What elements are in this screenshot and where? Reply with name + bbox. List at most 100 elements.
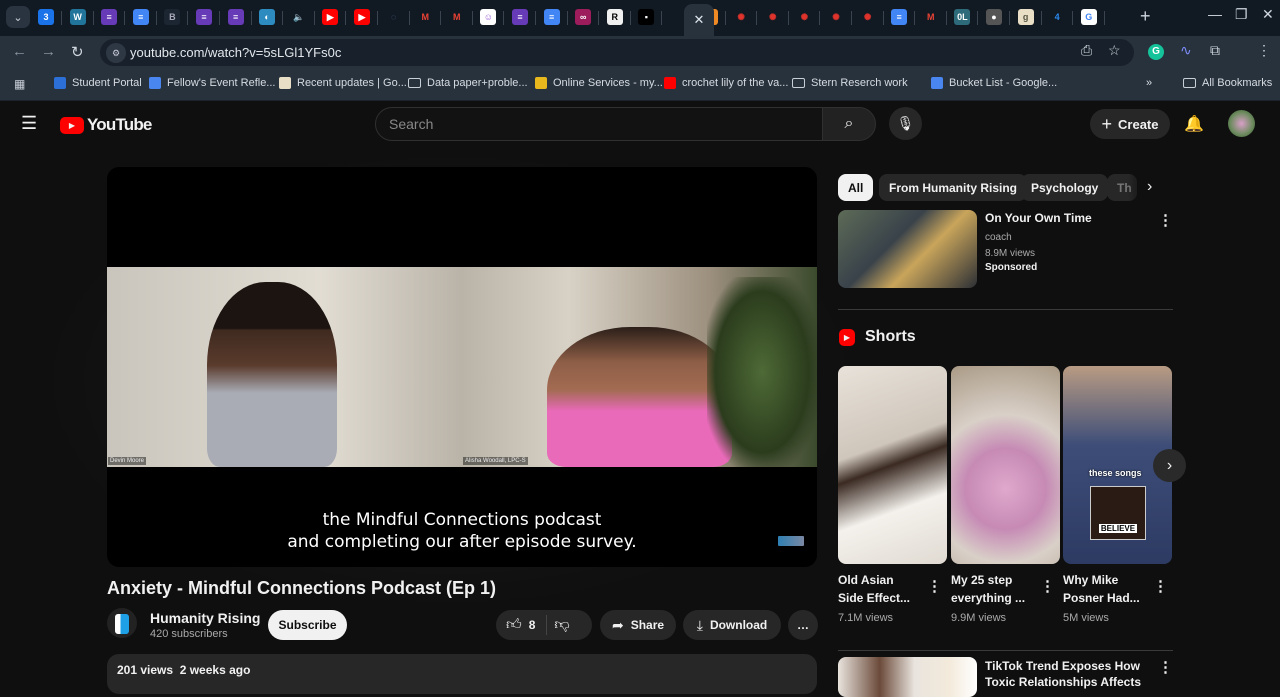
red-dots-tab-icon[interactable]: ✺	[796, 9, 813, 25]
next-video-more-icon[interactable]: ⋮	[1158, 658, 1173, 676]
channel-name[interactable]: Humanity Rising	[150, 610, 260, 626]
restore-icon[interactable]: ❐	[1235, 6, 1248, 23]
close-window-icon[interactable]: ✕	[1262, 6, 1274, 23]
notifications-bell-icon[interactable]: 🔔	[1184, 114, 1204, 134]
account-avatar[interactable]	[1228, 110, 1255, 137]
menu-icon[interactable]: ☰	[21, 113, 37, 134]
short-title-3[interactable]: Why Mike Posner Had...	[1063, 571, 1153, 607]
bookmark-item[interactable]: Online Services - my...	[535, 77, 663, 89]
chip-psychology[interactable]: Psychology	[1021, 174, 1109, 201]
short-title-2[interactable]: My 25 step everything ...	[951, 571, 1041, 607]
short-more-icon[interactable]: ⋮	[927, 577, 942, 595]
next-video-thumbnail[interactable]	[838, 657, 977, 697]
gmail-tab-icon[interactable]: M	[922, 9, 939, 25]
calendar-tab-icon[interactable]: 3	[38, 9, 54, 25]
bookmark-item[interactable]: Student Portal	[54, 77, 142, 89]
dislike-button[interactable]: 👎︎	[554, 616, 569, 634]
description-box[interactable]: 201 views 2 weeks ago	[107, 654, 817, 694]
url-text[interactable]: youtube.com/watch?v=5sLGl1YFs0c	[130, 45, 341, 60]
chevron-right-icon[interactable]: ›	[1147, 178, 1152, 196]
short-more-icon[interactable]: ⋮	[1040, 577, 1055, 595]
install-app-icon[interactable]: ⎙	[1081, 42, 1092, 59]
more-bookmarks-button[interactable]: »	[1146, 77, 1152, 89]
minimize-icon[interactable]: —	[1208, 6, 1222, 22]
bookmark-item[interactable]: Fellow's Event Refle...	[149, 77, 275, 89]
bookmark-item[interactable]: Data paper+proble...	[408, 77, 528, 89]
red-dots-tab-icon[interactable]: ✺	[828, 9, 844, 25]
forms-tab-icon[interactable]: ≡	[227, 9, 244, 25]
link-tab-icon[interactable]: ∞	[575, 9, 592, 25]
voice-search-button[interactable]: 🎙	[889, 107, 922, 140]
share-button[interactable]: ➦ Share	[600, 610, 676, 640]
goodreads-tab-icon[interactable]: g	[1017, 9, 1034, 25]
grammarly-icon[interactable]: G	[1148, 44, 1164, 60]
more-actions-button[interactable]: …	[788, 610, 818, 640]
forms-tab-icon[interactable]: ≡	[101, 9, 118, 25]
four-tab-icon[interactable]: 4	[1049, 9, 1066, 25]
gmail-tab-icon[interactable]: M	[417, 9, 434, 25]
bookmark-item[interactable]: Bucket List - Google...	[931, 77, 1057, 89]
loading-tab-icon[interactable]: ◌	[385, 9, 402, 25]
gmail-tab-icon[interactable]: M	[448, 9, 465, 25]
youtube-logo[interactable]: ▶ YouTube	[60, 115, 152, 135]
short-overlay-text: these songs	[1089, 468, 1142, 478]
red-dots-tab-icon[interactable]: ✺	[859, 9, 876, 25]
ol-tab-icon[interactable]: 0L	[954, 9, 971, 25]
discord-like-tab-icon[interactable]: ☺	[480, 9, 497, 25]
course-tab-icon[interactable]: ◐	[259, 9, 276, 25]
like-button[interactable]: 👍︎	[506, 616, 522, 634]
docs-tab-icon[interactable]: ≡	[891, 9, 908, 25]
next-video-title[interactable]: TikTok Trend Exposes How Toxic Relations…	[985, 658, 1145, 690]
subscribe-button[interactable]: Subscribe	[268, 610, 347, 640]
bookmark-item[interactable]: crochet lily of the va...	[664, 77, 788, 89]
forms-tab-icon[interactable]: ≡	[196, 9, 212, 25]
back-icon[interactable]: ←	[12, 43, 27, 60]
ad-thumbnail[interactable]	[838, 210, 977, 288]
video-player[interactable]: Devin Moore Alisha Woodall, LPC-S the Mi…	[107, 167, 817, 567]
short-thumbnail-1[interactable]	[838, 366, 947, 564]
new-tab-button[interactable]: +	[1140, 6, 1151, 27]
bookmark-label: Stern Reserch work	[811, 77, 908, 89]
forward-icon[interactable]: →	[41, 43, 56, 60]
all-bookmarks-button[interactable]: All Bookmarks	[1183, 77, 1272, 89]
bold-b-tab-icon[interactable]: B	[164, 9, 181, 25]
apps-grid-icon[interactable]: ▦	[14, 77, 25, 91]
site-info-icon[interactable]: ⚙	[106, 43, 126, 63]
active-tab-close-icon[interactable]: ✕	[684, 4, 714, 36]
audio-extension-icon[interactable]: ∿	[1180, 42, 1192, 59]
forms-tab-icon[interactable]: ≡	[512, 9, 528, 25]
bookmark-item[interactable]: Recent updates | Go...	[279, 77, 407, 89]
chip-all[interactable]: All	[838, 174, 874, 201]
red-dots-tab-icon[interactable]: ✺	[764, 9, 781, 25]
youtube-tab-icon[interactable]: ▶	[322, 9, 339, 25]
audio-tab-icon[interactable]: 🔈	[290, 9, 307, 25]
chip-from-humanity-rising[interactable]: From Humanity Rising	[879, 174, 1028, 201]
shorts-heading: Shorts	[865, 328, 916, 345]
red-dots-tab-icon[interactable]: ✺	[733, 9, 750, 25]
wordpress-tab-icon[interactable]: W	[69, 9, 86, 25]
reload-icon[interactable]: ↻	[71, 43, 84, 61]
r-app-tab-icon[interactable]: R	[606, 9, 623, 25]
search-button[interactable]: ⌕	[822, 107, 876, 141]
short-thumbnail-2[interactable]	[951, 366, 1060, 564]
short-title-1[interactable]: Old Asian Side Effect...	[838, 571, 928, 607]
shorts-next-button[interactable]: ›	[1153, 449, 1186, 482]
nyt-tab-icon[interactable]: ▪	[638, 9, 655, 25]
ad-more-icon[interactable]: ⋮	[1158, 211, 1173, 229]
globe-tab-icon[interactable]: ●	[986, 9, 1002, 25]
tab-search-button[interactable]: ⌄	[6, 6, 30, 28]
search-input[interactable]: Search	[375, 107, 823, 141]
channel-avatar[interactable]	[107, 608, 137, 638]
google-tab-icon[interactable]: G	[1080, 9, 1097, 25]
download-button[interactable]: ⤓ Download	[683, 610, 781, 640]
youtube-tab-icon[interactable]: ▶	[354, 9, 370, 25]
extensions-icon[interactable]: ⧉	[1210, 42, 1220, 59]
bookmark-item[interactable]: Stern Reserch work	[792, 77, 908, 89]
bookmark-star-icon[interactable]: ☆	[1108, 42, 1121, 59]
short-more-icon[interactable]: ⋮	[1153, 577, 1168, 595]
browser-menu-icon[interactable]: ⋮	[1257, 42, 1271, 59]
docs-tab-icon[interactable]: ≡	[543, 9, 560, 25]
create-button[interactable]: + Create	[1090, 109, 1170, 139]
ad-title[interactable]: On Your Own Time	[985, 211, 1092, 225]
docs-tab-icon[interactable]: ≡	[132, 9, 149, 25]
